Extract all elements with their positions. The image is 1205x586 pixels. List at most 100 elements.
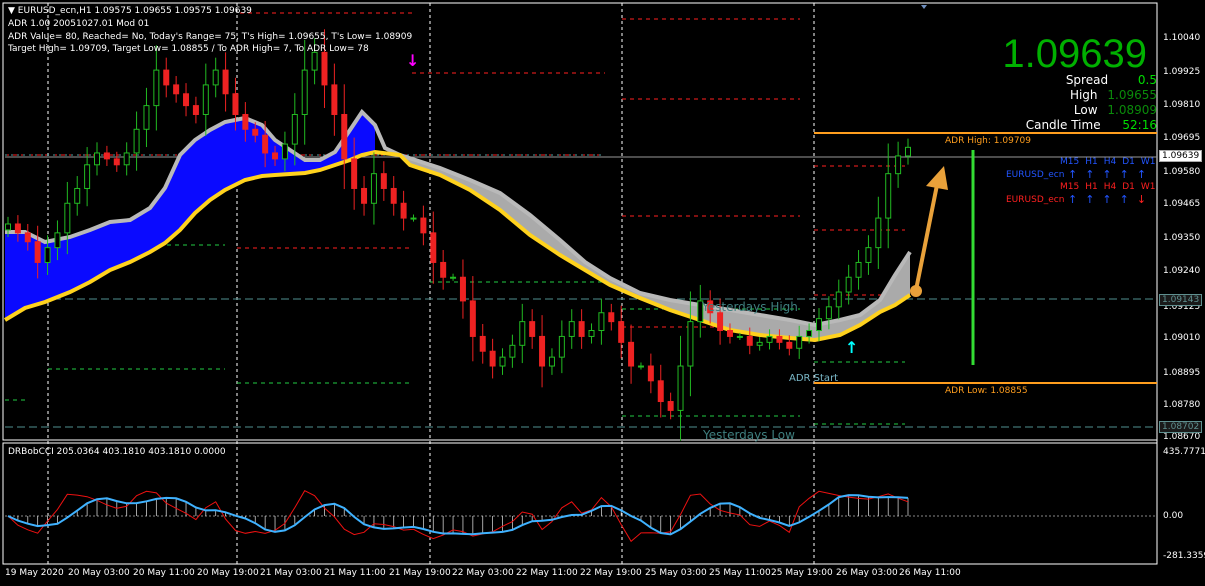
candle-bear	[578, 321, 585, 337]
candle-bull	[905, 146, 911, 157]
yesterday-low-tag: 1.08702	[1159, 421, 1203, 433]
timeframe-label: M15	[1060, 157, 1080, 167]
candle-bear	[113, 158, 120, 166]
time-axis-label: 26 May 11:00	[899, 568, 961, 578]
candle-bull	[212, 69, 219, 86]
candle-bull	[153, 69, 160, 107]
candle-bull	[687, 321, 694, 367]
projection-origin	[910, 285, 922, 297]
candle-bear	[380, 173, 387, 189]
spread-value: 0.5	[1137, 73, 1157, 87]
candle-bull	[865, 247, 872, 263]
yesterday-high-label: Yesterdays High	[702, 300, 798, 314]
candle-bear	[489, 350, 496, 367]
candle-bull	[766, 335, 773, 343]
timeframe-label: D1	[1122, 157, 1135, 167]
candle-bear	[469, 300, 476, 337]
candle-bear	[272, 152, 279, 160]
time-axis-label: 21 May 11:00	[324, 568, 386, 578]
shift-marker-icon[interactable]	[921, 5, 927, 9]
yesterday-high-tag: 1.09143	[1159, 294, 1203, 306]
time-axis-label: 22 May 19:00	[580, 568, 642, 578]
timeframe-row-2: M15 H1 H4 D1 W1	[1060, 182, 1162, 192]
candle-bear	[321, 51, 328, 86]
candle-bull	[677, 365, 684, 411]
candle-bull	[815, 318, 822, 332]
time-axis-label: 19 May 2020	[5, 568, 64, 578]
candle-bear	[539, 335, 546, 367]
price-axis-label: 1.10040	[1163, 33, 1201, 43]
adr-line-2: ADR Value= 80, Reached= No, Today's Rang…	[8, 32, 413, 42]
candle-bull	[845, 276, 852, 293]
candle-bear	[667, 401, 674, 411]
candle-bear	[192, 105, 199, 115]
candle-bull	[835, 291, 842, 308]
candle-bull	[875, 217, 882, 249]
candle-bear	[331, 84, 338, 115]
tf-row1-arrows: ↑↑↑↑↑	[1068, 168, 1155, 181]
candle-bull	[410, 217, 417, 220]
candle-bull	[825, 306, 832, 320]
current-price: 1.09639	[1002, 32, 1147, 76]
price-axis-label: 1.08780	[1163, 400, 1201, 410]
candle-time-row: Candle Time 52:16	[1026, 118, 1157, 132]
candle-bull	[568, 321, 575, 337]
candle-bear	[479, 335, 486, 352]
menu-triangle-icon[interactable]: ▼	[8, 6, 15, 16]
candle-bull	[548, 356, 555, 367]
candle-bear	[440, 261, 447, 278]
candle-bear	[163, 69, 170, 86]
price-axis-label: 1.08895	[1163, 368, 1201, 378]
candle-bull	[756, 341, 763, 346]
candle-bear	[232, 93, 239, 115]
cci-axis-zero: 0.00	[1163, 511, 1184, 521]
adr-line-3: Target High= 1.09709, Target Low= 1.0885…	[8, 44, 369, 54]
candle-bear	[14, 223, 21, 234]
price-axis-label: 1.09465	[1163, 199, 1201, 209]
candle-bull	[895, 155, 902, 175]
spread-row: Spread 0.5	[1066, 73, 1157, 87]
chart-window[interactable]: ↓ ↑ ▼ EURUSD_ecn,H1 1.09575 1.09655 1.09…	[0, 0, 1205, 586]
low-row: Low 1.08909	[1074, 103, 1157, 117]
candle-bull	[44, 247, 51, 263]
price-axis-label: 1.08670	[1163, 432, 1201, 442]
adr-start-label: ADR Start	[789, 373, 839, 384]
candle-bull	[281, 143, 288, 160]
candle-bull	[5, 223, 11, 231]
timeframe-label: W1	[1140, 157, 1156, 167]
candle-bull	[637, 365, 644, 368]
price-axis-label: 1.09010	[1163, 333, 1201, 343]
candle-bear	[420, 217, 427, 234]
price-axis-label: 1.09925	[1163, 67, 1201, 77]
candle-bull	[450, 276, 457, 279]
candle-bear	[776, 335, 783, 343]
candle-bear	[459, 276, 466, 302]
candle-bear	[361, 187, 368, 204]
candle-bull	[94, 152, 101, 166]
candle-bear	[222, 69, 229, 95]
low-value: 1.08909	[1107, 103, 1157, 117]
candle-bull	[301, 69, 308, 115]
timeframe-label: D1	[1122, 182, 1135, 192]
candle-bear	[400, 202, 407, 219]
cci-blue-line	[7, 494, 909, 536]
time-axis-label: 21 May 19:00	[389, 568, 451, 578]
timeframe-label: W1	[1140, 182, 1156, 192]
chart-canvas[interactable]: ↓ ↑	[0, 0, 1205, 586]
symbol-line: EURUSD_ecn,H1 1.09575 1.09655 1.09575 1.…	[17, 6, 252, 16]
candle-bull	[202, 84, 209, 115]
adr-high-label: ADR High: 1.09709	[945, 136, 1031, 146]
adr-line-1: ADR 1.00 20051027.01 Mod 01	[8, 19, 150, 29]
price-axis-label: 1.09350	[1163, 233, 1201, 243]
candle-bear	[351, 158, 358, 189]
cci-axis-min: -281.3359	[1163, 551, 1205, 561]
time-axis-label: 25 May 19:00	[771, 568, 833, 578]
candle-bear	[746, 335, 753, 346]
candle-bull	[499, 356, 506, 367]
candle-bear	[341, 113, 348, 160]
indicator-title: DRBobCCI 205.0364 403.1810 403.1810 0.00…	[8, 447, 226, 457]
time-axis-label: 22 May 03:00	[452, 568, 514, 578]
candle-bear	[103, 152, 110, 160]
candle-bear	[618, 321, 625, 343]
candle-bear	[242, 113, 249, 130]
